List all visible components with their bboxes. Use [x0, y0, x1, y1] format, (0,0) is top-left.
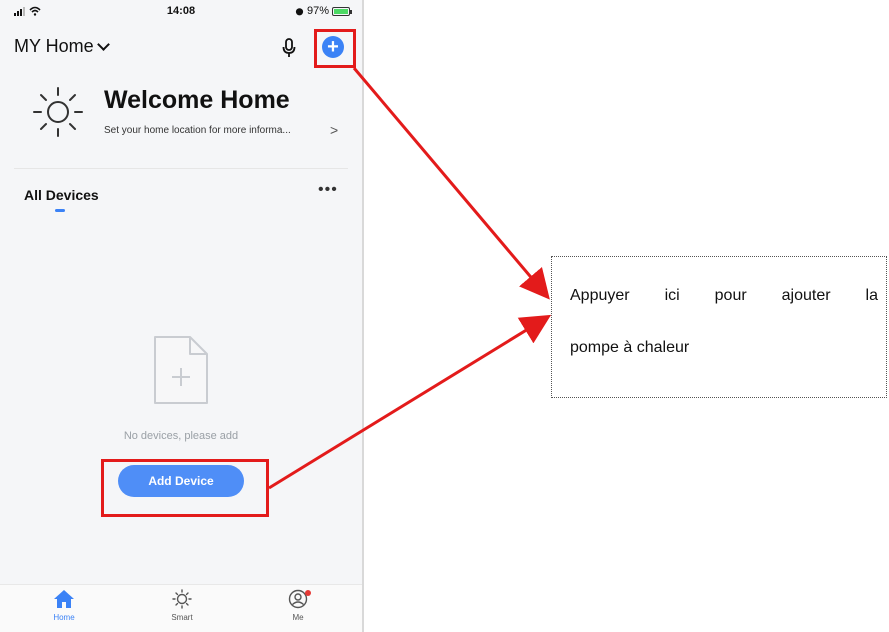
highlight-plus-button	[314, 29, 356, 68]
smart-icon	[172, 589, 192, 609]
divider	[14, 168, 348, 169]
sun-icon	[33, 87, 83, 137]
alarm-icon	[295, 7, 304, 15]
battery-icon	[332, 6, 352, 16]
annotation-callout: Appuyer ici pour ajouter la pompe à chal…	[551, 256, 887, 398]
highlight-add-device-button	[101, 459, 269, 517]
phone-screen: 14:08 97% MY Home + Welcome Home Set you…	[0, 0, 364, 632]
arrow-from-plus-button	[352, 67, 550, 300]
welcome-subtitle[interactable]: Set your home location for more informa.…	[104, 125, 291, 136]
home-selector[interactable]: MY Home	[14, 36, 110, 57]
tab-home[interactable]: Home	[34, 589, 94, 622]
empty-document-plus-icon	[154, 336, 208, 404]
battery-percent: 97%	[306, 5, 329, 17]
empty-state-text: No devices, please add	[123, 430, 239, 442]
callout-line-1: Appuyer ici pour ajouter la	[570, 287, 878, 304]
chevron-right-icon[interactable]: >	[330, 122, 338, 138]
tab-home-label: Home	[53, 613, 75, 622]
home-name: MY Home	[14, 36, 94, 56]
notification-dot	[305, 590, 311, 596]
microphone-icon[interactable]	[282, 38, 296, 58]
tab-indicator	[55, 209, 65, 212]
tab-all-devices[interactable]: All Devices	[24, 187, 99, 203]
more-icon[interactable]: •••	[318, 181, 338, 199]
status-right: 97%	[295, 5, 352, 17]
callout-line-2: pompe à chaleur	[570, 339, 690, 356]
home-icon	[54, 590, 74, 608]
tab-smart[interactable]: Smart	[152, 589, 212, 622]
chevron-down-icon	[96, 38, 110, 51]
status-bar: 14:08 97%	[0, 0, 362, 24]
welcome-title: Welcome Home	[104, 86, 290, 114]
tab-bar: Home Smart Me	[0, 584, 362, 632]
tab-me-label: Me	[292, 613, 304, 622]
tab-smart-label: Smart	[171, 613, 193, 622]
tab-me[interactable]: Me	[268, 589, 328, 622]
